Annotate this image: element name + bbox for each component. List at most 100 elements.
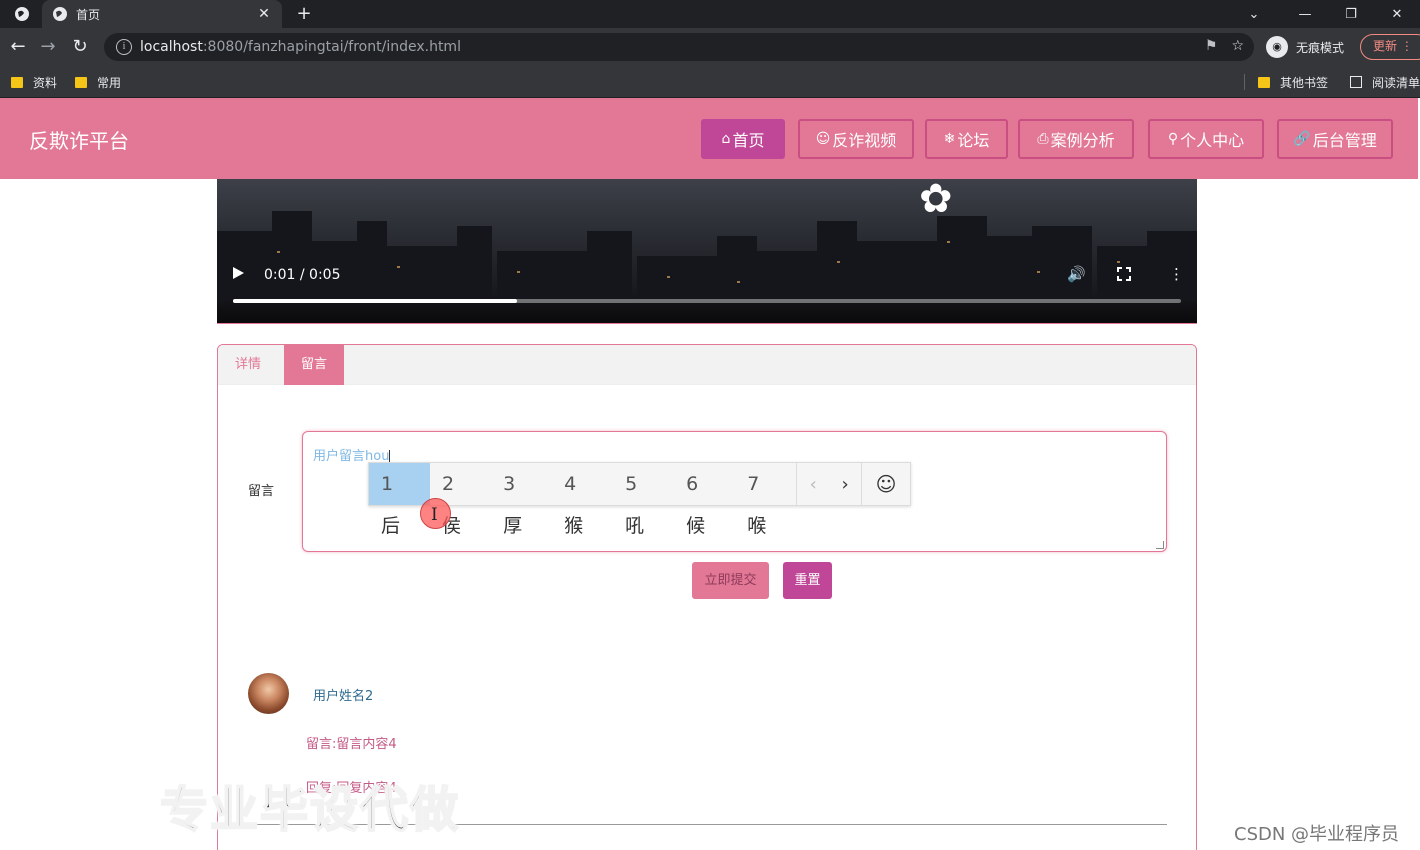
tab-menu-button[interactable] — [8, 3, 36, 25]
update-label: 更新 — [1373, 39, 1398, 53]
bookmarks-bar: 资料 常用 其他书签 阅读清单 — [0, 66, 1420, 98]
video-progress-fill — [233, 299, 518, 303]
tab-search-chevron-icon[interactable]: ⌄ — [1234, 0, 1274, 28]
comment-username: 用户姓名2 — [313, 689, 374, 704]
snowflake-icon: ❄ — [943, 131, 956, 147]
folder-icon — [1258, 76, 1270, 88]
tab-messages[interactable]: 留言 — [284, 345, 345, 385]
nav-admin[interactable]: 🔗 后台管理 — [1277, 119, 1393, 159]
candidate-char: 厚 — [503, 515, 523, 537]
link-icon: 🔗 — [1293, 131, 1311, 147]
resize-handle[interactable] — [1156, 541, 1164, 549]
nav-forum[interactable]: ❄ 论坛 — [925, 119, 1008, 159]
ime-next-page-icon[interactable]: › — [829, 474, 861, 495]
globe-icon — [15, 7, 29, 21]
minimize-button[interactable]: — — [1282, 0, 1328, 28]
more-options-icon[interactable]: ⋮ — [1169, 265, 1184, 283]
url-path: :8080/fanzhapingtai/front/index.html — [202, 39, 461, 55]
other-bookmarks[interactable]: 其他书签 — [1258, 73, 1328, 91]
nav-label: 案例分析 — [1050, 131, 1115, 150]
bookmarks-separator — [1244, 74, 1245, 90]
candidate-char: 猴 — [564, 515, 584, 537]
nav-personal-center[interactable]: ⚲ 个人中心 — [1148, 119, 1264, 159]
ime-candidate[interactable]: 5吼 — [613, 463, 674, 537]
nav-label: 首页 — [732, 131, 765, 150]
bookmark-label: 常用 — [97, 75, 122, 90]
bookmark-folder-1[interactable]: 常用 — [75, 73, 121, 91]
video-time: 0:01 / 0:05 — [264, 267, 341, 283]
watermark-text: 专业毕设代做 — [159, 781, 461, 839]
user-icon: ⚲ — [1167, 131, 1179, 147]
bookmark-folder-0[interactable]: 资料 — [11, 73, 57, 91]
incognito-label: 无痕模式 — [1296, 40, 1345, 55]
nav-label: 反诈视频 — [832, 131, 897, 150]
browser-tab-bar: 首页 ✕ + ⌄ — ❐ ✕ — [0, 0, 1420, 28]
url-host: localhost — [140, 39, 203, 55]
smile-icon: ☺ — [815, 131, 831, 147]
ime-candidate-window: 1后 2侯 3厚 4猴 5吼 6候 7喉 ‹ › ☺ — [368, 462, 911, 537]
panel-tabs: 详情 留言 — [218, 345, 1196, 385]
update-button[interactable]: 更新 ⋮ — [1360, 34, 1420, 60]
info-icon[interactable]: i — [116, 39, 132, 55]
nav-anti-fraud-video[interactable]: ☺ 反诈视频 — [798, 119, 914, 159]
candidate-char: 喉 — [747, 515, 767, 537]
nav-label: 个人中心 — [1180, 131, 1245, 150]
candidate-number: 5 — [625, 473, 638, 495]
text-cursor-icon: I — [431, 505, 438, 525]
ime-prev-page-icon[interactable]: ‹ — [797, 474, 829, 495]
candidate-number: 1 — [381, 473, 394, 495]
message-field-label: 留言 — [248, 484, 275, 499]
reset-button[interactable]: 重置 — [783, 562, 832, 599]
reload-icon[interactable]: ↻ — [68, 36, 92, 58]
avatar — [248, 673, 289, 714]
video-player[interactable]: ✿ 0:01 / 0:05 🔊 ⋮ — [217, 179, 1197, 324]
tab-title: 首页 — [76, 7, 101, 22]
star-icon[interactable]: ☆ — [1231, 38, 1244, 54]
nav-label: 论坛 — [957, 131, 990, 150]
back-arrow-icon[interactable]: ← — [6, 36, 30, 58]
flower-logo-icon: ✿ — [919, 179, 953, 222]
volume-icon[interactable]: 🔊 — [1067, 265, 1086, 283]
home-icon: ⌂ — [721, 131, 731, 147]
url-field[interactable]: i localhost:8080/fanzhapingtai/front/ind… — [104, 33, 1254, 61]
nav-label: 后台管理 — [1312, 131, 1377, 150]
candidate-number: 6 — [686, 473, 699, 495]
site-title: 反欺诈平台 — [29, 129, 129, 153]
ime-candidate[interactable]: 7喉 — [735, 463, 796, 537]
site-header: 反欺诈平台 ⌂ 首页 ☺ 反诈视频 ❄ 论坛 ⎙ 案例分析 ⚲ 个人中心 🔗 后台管理 — [0, 98, 1418, 179]
tab-details[interactable]: 详情 — [218, 345, 278, 385]
ime-candidate[interactable]: 6候 — [674, 463, 735, 537]
browser-tab[interactable]: 首页 ✕ — [42, 0, 282, 28]
submit-button[interactable]: 立即提交 — [692, 562, 769, 599]
candidate-number: 2 — [442, 473, 455, 495]
forward-arrow-icon[interactable]: → — [36, 36, 60, 58]
candidate-char: 候 — [686, 515, 706, 537]
nav-case-analysis[interactable]: ⎙ 案例分析 — [1018, 119, 1134, 159]
candidate-char: 吼 — [625, 515, 645, 537]
ime-emoji-icon[interactable]: ☺ — [862, 472, 910, 496]
incognito-icon: ◉ — [1266, 36, 1288, 58]
translate-blocked-icon[interactable]: ⚑ — [1205, 38, 1218, 54]
other-bookmarks-label: 其他书签 — [1280, 75, 1329, 90]
fullscreen-icon[interactable] — [1117, 267, 1131, 281]
folder-icon — [75, 76, 87, 88]
ime-candidate[interactable]: 3厚 — [491, 463, 552, 537]
nav-home[interactable]: ⌂ 首页 — [701, 119, 785, 159]
reading-list[interactable]: 阅读清单 — [1350, 73, 1420, 91]
play-icon[interactable] — [233, 267, 244, 279]
candidate-number: 4 — [564, 473, 577, 495]
reading-list-icon — [1350, 76, 1362, 88]
ime-candidate[interactable]: 4猴 — [552, 463, 613, 537]
new-tab-button[interactable]: + — [292, 3, 316, 25]
globe-icon — [52, 6, 68, 22]
video-progress-bar[interactable] — [233, 299, 1181, 303]
window-controls: ⌄ — ❐ ✕ — [1234, 0, 1420, 28]
ime-candidate[interactable]: 1后 — [369, 463, 431, 537]
close-window-button[interactable]: ✕ — [1374, 0, 1420, 28]
city-skyline-image — [217, 211, 1197, 301]
close-tab-icon[interactable]: ✕ — [256, 6, 272, 22]
candidate-number: 3 — [503, 473, 516, 495]
printer-icon: ⎙ — [1037, 131, 1049, 147]
restore-button[interactable]: ❐ — [1328, 0, 1374, 28]
incognito-indicator[interactable]: ◉ 无痕模式 — [1266, 34, 1344, 60]
